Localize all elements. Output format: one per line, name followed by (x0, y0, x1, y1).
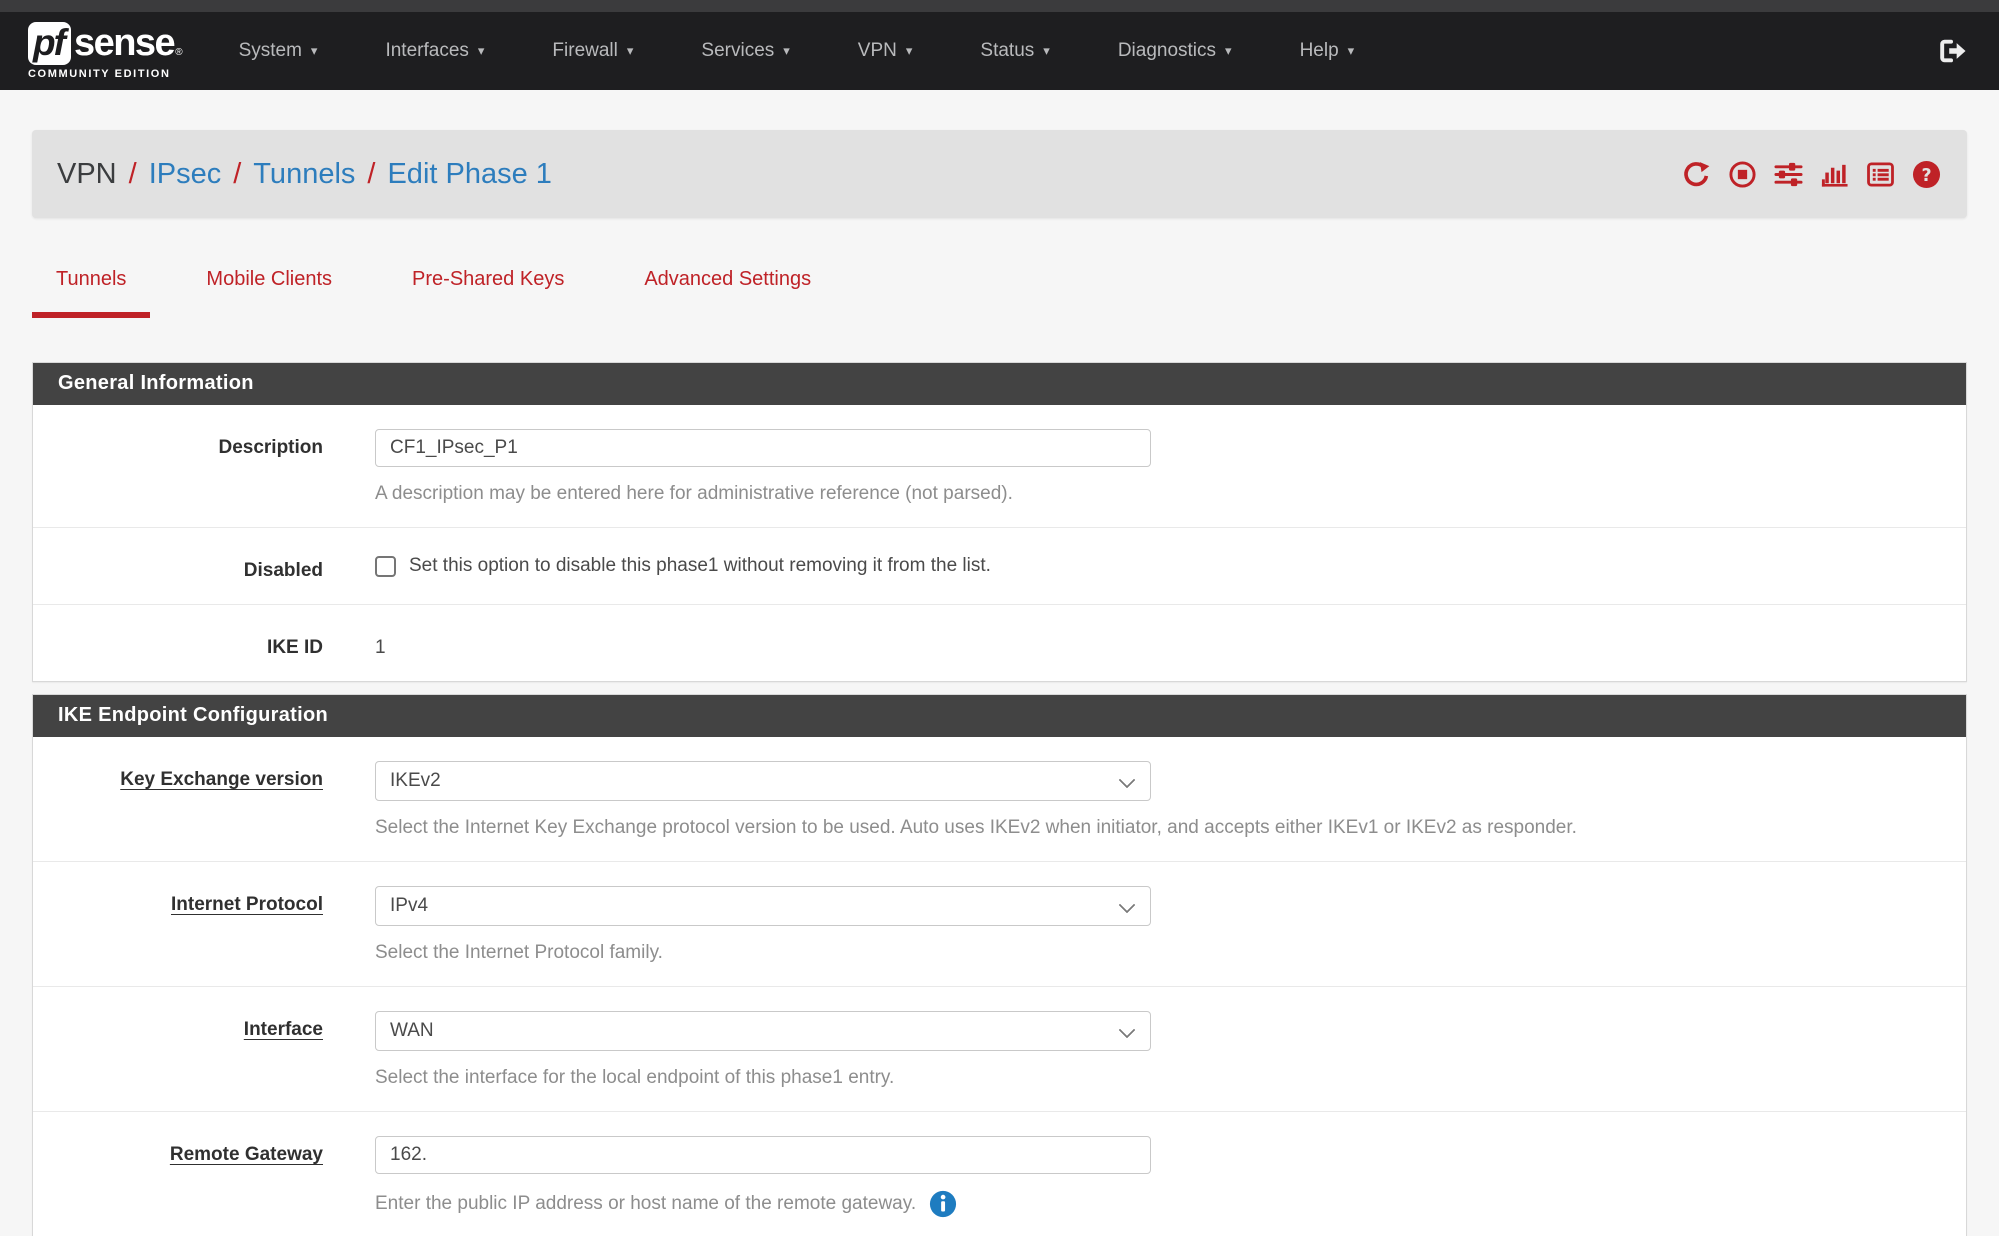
nav-menu: System ▾ Interfaces ▾ Firewall ▾ Service… (205, 26, 1971, 76)
tab-mobile-clients[interactable]: Mobile Clients (182, 268, 356, 318)
chevron-down-icon: ▾ (783, 43, 790, 59)
chevron-down-icon: ▾ (1043, 43, 1050, 59)
panel-title-ike-endpoint-configuration: IKE Endpoint Configuration (33, 695, 1966, 737)
internet-protocol-row: Internet Protocol IPv4 Select the Intern… (33, 862, 1966, 987)
help-icon[interactable]: ? (1912, 160, 1941, 189)
breadcrumb-vpn: VPN (57, 158, 117, 191)
nav-item-system[interactable]: System ▾ (205, 26, 352, 76)
breadcrumb: VPN / IPsec / Tunnels / Edit Phase 1 (57, 158, 552, 191)
general-information-panel: General Information Description A descri… (32, 362, 1967, 682)
ike-id-label: IKE ID (33, 629, 323, 659)
breadcrumb-edit-phase-1[interactable]: Edit Phase 1 (387, 158, 551, 191)
tab-advanced-settings[interactable]: Advanced Settings (620, 268, 835, 318)
internet-protocol-help-text: Select the Internet Protocol family. (375, 942, 1936, 964)
breadcrumb-separator: / (129, 158, 137, 191)
internet-protocol-select[interactable]: IPv4 (375, 886, 1151, 926)
nav-item-help[interactable]: Help ▾ (1266, 26, 1389, 76)
svg-text:?: ? (1921, 165, 1931, 185)
chevron-down-icon (1119, 897, 1136, 914)
nav-item-diagnostics[interactable]: Diagnostics ▾ (1084, 26, 1266, 76)
nav-item-label: VPN (858, 40, 897, 62)
chevron-down-icon: ▾ (906, 43, 913, 59)
internet-protocol-label: Internet Protocol (33, 886, 323, 964)
tab-tunnels[interactable]: Tunnels (32, 268, 150, 318)
description-help-text: A description may be entered here for ad… (375, 483, 1936, 505)
logo-pf-badge: pf (28, 22, 71, 65)
disabled-row: Disabled Set this option to disable this… (33, 528, 1966, 605)
tab-pre-shared-keys[interactable]: Pre-Shared Keys (388, 268, 588, 318)
breadcrumb-toolbar: ? (1682, 160, 1941, 189)
chevron-down-icon: ▾ (1348, 43, 1355, 59)
breadcrumb-tunnels[interactable]: Tunnels (253, 158, 355, 191)
list-icon[interactable] (1866, 160, 1895, 189)
chevron-down-icon: ▾ (627, 43, 634, 59)
help-text: A description may be entered here for ad… (375, 483, 1013, 505)
nav-item-status[interactable]: Status ▾ (946, 26, 1083, 76)
nav-item-label: Diagnostics (1118, 40, 1216, 62)
chevron-down-icon: ▾ (311, 43, 318, 59)
description-input[interactable] (375, 429, 1151, 467)
remote-gateway-input[interactable] (375, 1136, 1151, 1174)
disabled-label: Disabled (33, 552, 323, 582)
logo-sense-text: sense (74, 24, 174, 62)
help-text: Select the Internet Key Exchange protoco… (375, 817, 1577, 839)
help-text: Enter the public IP address or host name… (375, 1193, 916, 1215)
chevron-down-icon: ▾ (1225, 43, 1232, 59)
breadcrumb-separator: / (367, 158, 375, 191)
nav-item-label: Status (980, 40, 1034, 62)
sliders-icon[interactable] (1774, 160, 1803, 189)
refresh-icon[interactable] (1682, 160, 1711, 189)
info-icon[interactable] (929, 1190, 957, 1218)
interface-help-text: Select the interface for the local endpo… (375, 1067, 1936, 1089)
ike-id-value: 1 (375, 629, 1936, 659)
key-exchange-version-help-text: Select the Internet Key Exchange protoco… (375, 817, 1936, 839)
nav-item-label: Services (701, 40, 774, 62)
tab-bar: Tunnels Mobile Clients Pre-Shared Keys A… (32, 268, 1967, 318)
main-navbar: pf sense ® COMMUNITY EDITION System ▾ In… (0, 12, 1999, 90)
nav-item-firewall[interactable]: Firewall ▾ (518, 26, 667, 76)
key-exchange-version-select[interactable]: IKEv2 (375, 761, 1151, 801)
help-text: Select the interface for the local endpo… (375, 1067, 894, 1089)
disabled-checkbox[interactable] (375, 556, 396, 577)
remote-gateway-label: Remote Gateway (33, 1136, 323, 1218)
ike-endpoint-configuration-panel: IKE Endpoint Configuration Key Exchange … (32, 694, 1967, 1236)
interface-select[interactable]: WAN (375, 1011, 1151, 1051)
help-text: Select the Internet Protocol family. (375, 942, 663, 964)
breadcrumb-bar: VPN / IPsec / Tunnels / Edit Phase 1 (32, 130, 1967, 218)
sign-out-icon[interactable] (1933, 31, 1971, 71)
select-value: IPv4 (390, 895, 428, 917)
select-value: IKEv2 (390, 770, 441, 792)
interface-row: Interface WAN Select the interface for t… (33, 987, 1966, 1112)
description-row: Description A description may be entered… (33, 405, 1966, 528)
disabled-checkbox-label: Set this option to disable this phase1 w… (409, 555, 991, 577)
chevron-down-icon (1119, 1022, 1136, 1039)
chevron-down-icon (1119, 772, 1136, 789)
chevron-down-icon: ▾ (478, 43, 485, 59)
stop-icon[interactable] (1728, 160, 1757, 189)
nav-item-services[interactable]: Services ▾ (667, 26, 823, 76)
key-exchange-version-row: Key Exchange version IKEv2 Select the In… (33, 737, 1966, 862)
logo-subtitle: COMMUNITY EDITION (28, 68, 183, 80)
nav-item-label: Interfaces (385, 40, 468, 62)
key-exchange-version-label: Key Exchange version (33, 761, 323, 839)
ike-id-row: IKE ID 1 (33, 605, 1966, 681)
nav-item-label: System (239, 40, 302, 62)
nav-item-vpn[interactable]: VPN ▾ (824, 26, 947, 76)
select-value: WAN (390, 1020, 434, 1042)
nav-item-label: Firewall (552, 40, 617, 62)
bar-chart-icon[interactable] (1820, 160, 1849, 189)
remote-gateway-help-text: Enter the public IP address or host name… (375, 1190, 1936, 1218)
top-strip (0, 0, 1999, 12)
panel-title-general-information: General Information (33, 363, 1966, 405)
nav-item-interfaces[interactable]: Interfaces ▾ (351, 26, 518, 76)
nav-item-label: Help (1300, 40, 1339, 62)
description-label: Description (33, 429, 323, 505)
breadcrumb-separator: / (233, 158, 241, 191)
interface-label: Interface (33, 1011, 323, 1089)
pfsense-logo[interactable]: pf sense ® COMMUNITY EDITION (28, 22, 183, 80)
remote-gateway-row: Remote Gateway Enter the public IP addre… (33, 1112, 1966, 1236)
logo-registered-mark: ® (175, 48, 182, 58)
breadcrumb-ipsec[interactable]: IPsec (149, 158, 222, 191)
